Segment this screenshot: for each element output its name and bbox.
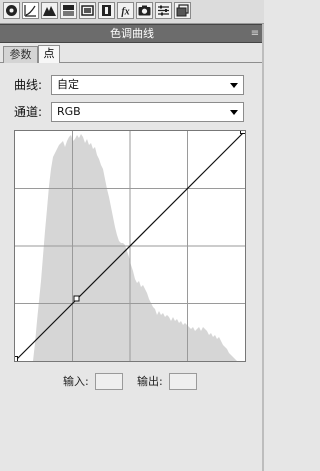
curve-preset-dropdown[interactable]: 自定 [51, 75, 244, 95]
tab-parametric[interactable]: 参数 [3, 46, 38, 63]
fx-icon[interactable]: fx [117, 2, 134, 19]
curve-label: 曲线: [14, 78, 43, 92]
chevron-down-icon [230, 83, 238, 88]
channel-label: 通道: [14, 105, 43, 119]
curve-control-point[interactable] [240, 131, 246, 134]
channel-value: RGB [57, 105, 81, 118]
tab-point[interactable]: 点 [38, 45, 60, 63]
sliders-icon[interactable] [155, 2, 172, 19]
snapshots-icon[interactable] [174, 2, 191, 19]
curve-control-point[interactable] [73, 295, 80, 302]
color-wheel-icon[interactable] [3, 2, 20, 19]
split-tone-icon[interactable] [60, 2, 77, 19]
tone-curve-graph[interactable] [14, 130, 246, 362]
panel-header: 色调曲线 ≡ [0, 24, 264, 43]
output-field[interactable] [169, 373, 197, 390]
output-label: 输出: [137, 375, 163, 388]
detail-icon[interactable] [79, 2, 96, 19]
tab-bar: 参数 点 [0, 43, 264, 63]
panel-menu-icon[interactable]: ≡ [250, 27, 260, 40]
panel-toolbar: fx [0, 0, 264, 24]
panel-title: 色调曲线 [110, 27, 154, 40]
input-label: 输入: [63, 375, 89, 388]
curve-control-point[interactable] [15, 356, 18, 362]
camera-icon[interactable] [136, 2, 153, 19]
panel-edge [262, 24, 264, 471]
tone-curve-canvas[interactable] [15, 131, 245, 361]
curves-icon[interactable] [22, 2, 39, 19]
channel-dropdown[interactable]: RGB [51, 102, 244, 122]
lens-icon[interactable] [98, 2, 115, 19]
fx-icon-label: fx [121, 7, 129, 18]
input-field[interactable] [95, 373, 123, 390]
curve-preset-value: 自定 [57, 78, 79, 91]
mountain-icon[interactable] [41, 2, 58, 19]
chevron-down-icon [230, 110, 238, 115]
